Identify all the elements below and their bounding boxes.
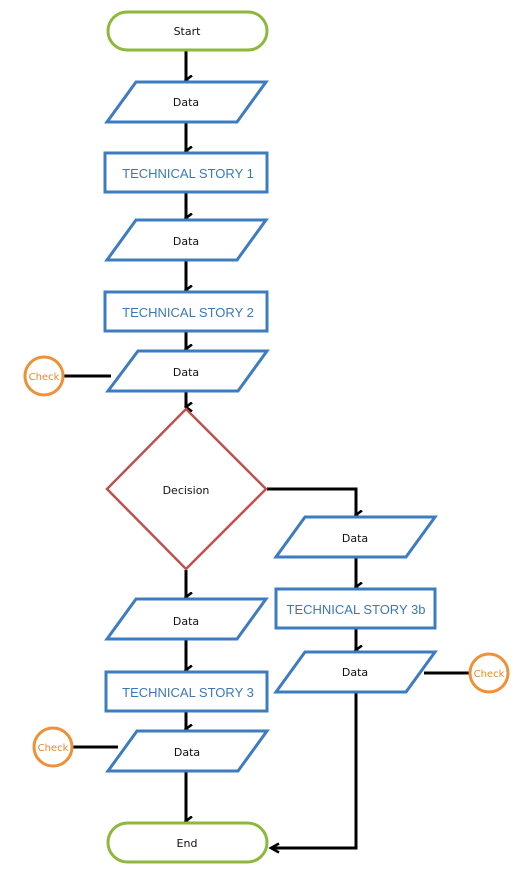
technical-story-3[interactable]: TECHNICAL STORY 3 (104, 670, 269, 713)
technical-story-3b-label: TECHNICAL STORY 3b (287, 602, 426, 617)
check-node-1-label: Check (29, 372, 60, 383)
technical-story-1[interactable]: TECHNICAL STORY 1 (103, 151, 269, 194)
technical-story-3b[interactable]: TECHNICAL STORY 3b (274, 587, 437, 630)
edge-data-right2-end (268, 693, 358, 854)
technical-story-2[interactable]: TECHNICAL STORY 2 (103, 290, 269, 333)
data-node-left-2[interactable]: Data (105, 729, 270, 773)
edge-decision-data-right (267, 487, 356, 515)
check-node-3[interactable]: Check (32, 726, 74, 768)
check-node-2-label: Check (474, 669, 505, 680)
data-node-3-label: Data (173, 366, 199, 379)
check-node-3-label: Check (38, 743, 69, 754)
data-node-right-1[interactable]: Data (273, 515, 438, 559)
data-node-2[interactable]: Data (104, 218, 269, 262)
data-node-left-2-label: Data (174, 746, 200, 759)
start-label: Start (174, 25, 202, 38)
decision-node[interactable]: Decision (105, 407, 268, 571)
end-label: End (177, 837, 198, 850)
data-node-right-2-label: Data (342, 666, 368, 679)
data-node-left-1[interactable]: Data (104, 597, 269, 641)
technical-story-1-label: TECHNICAL STORY 1 (122, 166, 254, 181)
end-terminator[interactable]: End (106, 821, 269, 864)
data-node-1-label: Data (173, 96, 199, 109)
flowchart-canvas: Start Data TECHNICAL STORY 1 Data TECHNI… (23, 10, 510, 864)
check-node-2[interactable]: Check (468, 652, 510, 694)
data-node-right-2[interactable]: Data (273, 650, 438, 694)
data-node-left-1-label: Data (173, 615, 199, 628)
data-node-2-label: Data (173, 235, 199, 248)
data-node-right-1-label: Data (342, 532, 368, 545)
data-node-1[interactable]: Data (104, 80, 269, 124)
decision-label: Decision (163, 484, 210, 497)
technical-story-3-label: TECHNICAL STORY 3 (122, 685, 254, 700)
technical-story-2-label: TECHNICAL STORY 2 (122, 305, 254, 320)
start-terminator[interactable]: Start (106, 10, 269, 52)
check-node-1[interactable]: Check (23, 355, 65, 397)
data-node-3[interactable]: Data (105, 349, 270, 393)
